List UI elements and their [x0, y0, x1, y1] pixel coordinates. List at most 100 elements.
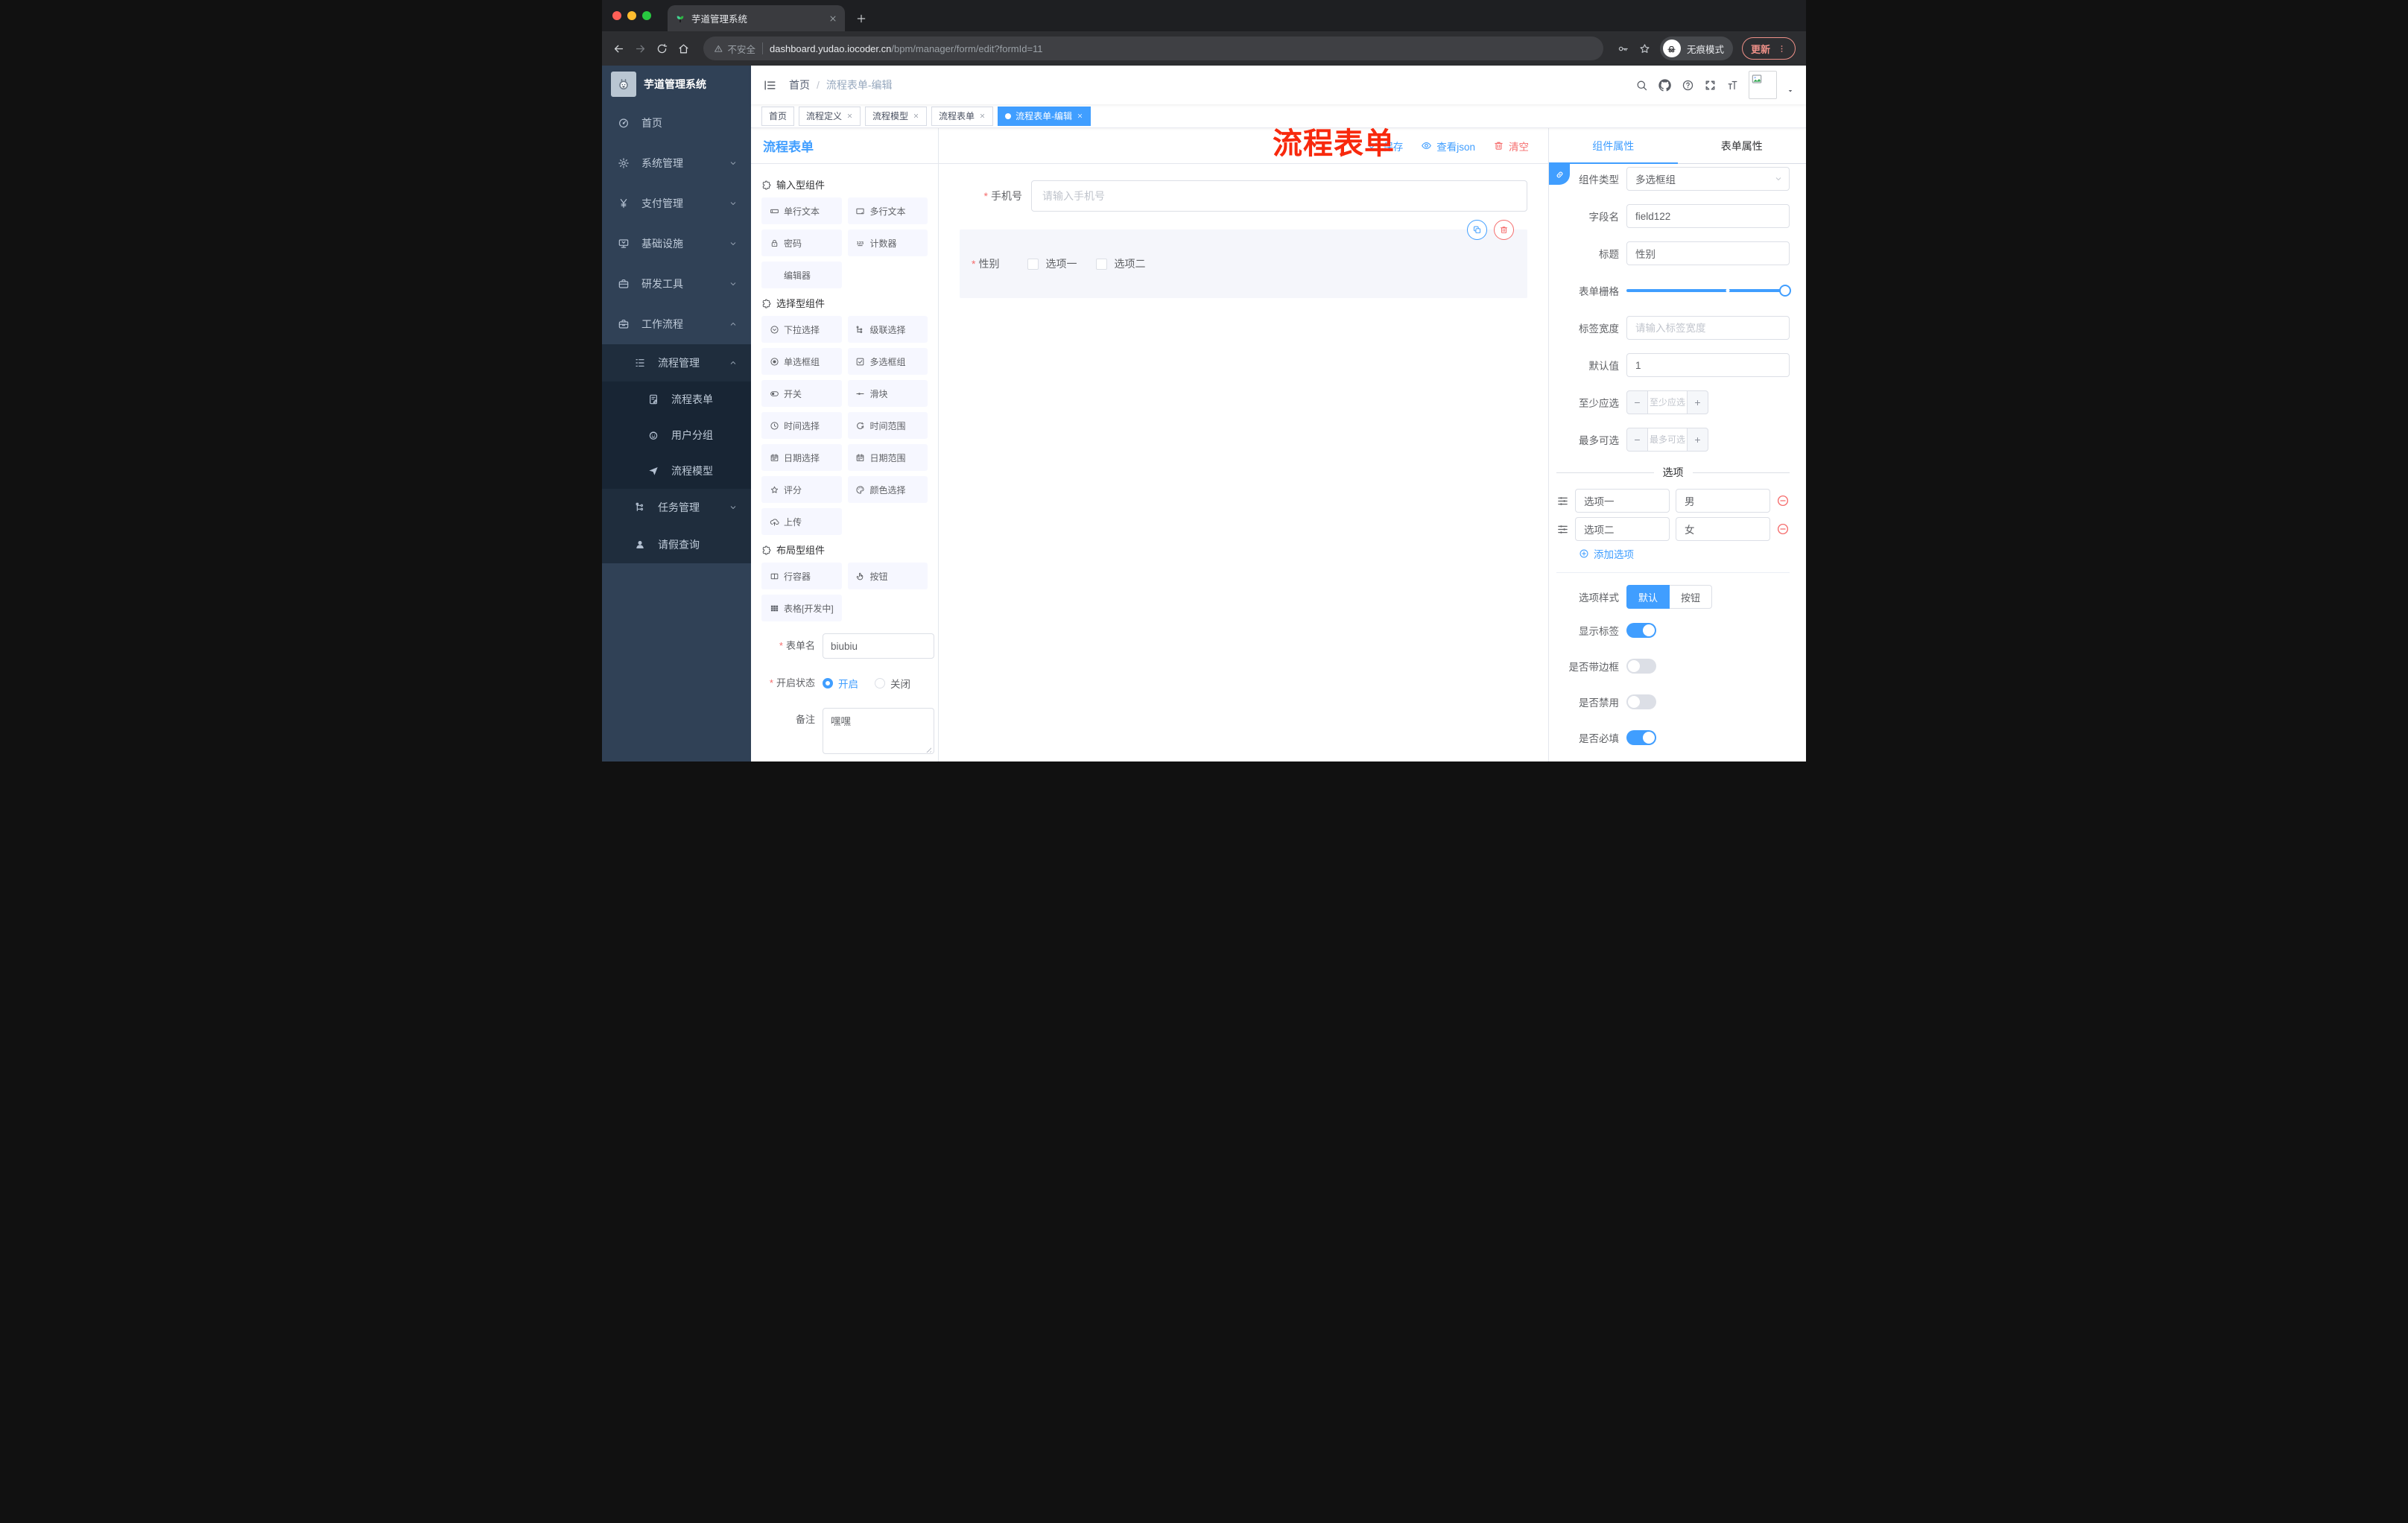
maximize-window-button[interactable]	[642, 11, 651, 20]
field-name-input[interactable]	[1626, 204, 1790, 228]
style-default-button[interactable]: 默认	[1626, 585, 1670, 609]
label-width-input[interactable]	[1626, 316, 1790, 340]
tag-close-icon[interactable]	[1077, 113, 1083, 119]
component-upload[interactable]: 上传	[761, 508, 842, 535]
disabled-switch[interactable]	[1626, 694, 1656, 709]
tag-close-icon[interactable]	[979, 113, 986, 119]
github-icon[interactable]	[1658, 78, 1672, 92]
remove-option-button[interactable]	[1776, 494, 1790, 507]
sidebar-item-user-group[interactable]: 用户分组	[602, 417, 751, 453]
component-switch[interactable]: 开关	[761, 380, 842, 407]
sidebar-item-leave-query[interactable]: 请假查询	[602, 526, 751, 563]
new-tab-button[interactable]	[855, 13, 867, 25]
default-value-input[interactable]	[1626, 353, 1790, 377]
security-status[interactable]: 不安全	[714, 42, 755, 56]
min-select-input[interactable]	[1647, 391, 1688, 414]
component-button[interactable]: 按钮	[847, 563, 928, 589]
decrease-button[interactable]: −	[1627, 391, 1647, 414]
form-name-input[interactable]	[823, 633, 934, 659]
component-slider[interactable]: 滑块	[847, 380, 928, 407]
window-controls[interactable]	[612, 11, 651, 20]
tab-process-form-edit[interactable]: 流程表单-编辑	[998, 106, 1091, 126]
sidebar-item-dev-tools[interactable]: 研发工具	[602, 264, 751, 304]
avatar-dropdown-icon[interactable]	[1787, 87, 1794, 95]
browser-menu-icon[interactable]	[1777, 44, 1787, 54]
sidebar-item-task-mgmt[interactable]: 任务管理	[602, 489, 751, 526]
component-color-picker[interactable]: 颜色选择	[847, 476, 928, 503]
tag-close-icon[interactable]	[913, 113, 919, 119]
option-label-input[interactable]	[1575, 517, 1670, 541]
url-text[interactable]: dashboard.yudao.iocoder.cn/bpm/manager/f…	[770, 43, 1043, 54]
decrease-button[interactable]: −	[1627, 428, 1647, 451]
app-logo[interactable]: 芋道管理系统	[602, 66, 751, 103]
component-date-range[interactable]: 日期范围	[847, 444, 928, 471]
form-remark-textarea[interactable]: 嘿嘿	[823, 708, 934, 754]
copy-component-button[interactable]	[1467, 220, 1487, 240]
sidebar-item-process-model[interactable]: 流程模型	[602, 453, 751, 489]
component-checkbox-group[interactable]: 多选框组	[847, 348, 928, 375]
component-table[interactable]: 表格[开发中]	[761, 595, 842, 621]
component-cascader[interactable]: 级联选择	[847, 316, 928, 343]
component-single-line-text[interactable]: 单行文本	[761, 197, 842, 224]
browser-tab[interactable]: 芋道管理系统	[668, 5, 845, 31]
breadcrumb-home[interactable]: 首页	[789, 77, 810, 92]
component-time-range[interactable]: 时间范围	[847, 412, 928, 439]
remove-option-button[interactable]	[1776, 522, 1790, 536]
status-off-radio[interactable]: 关闭	[875, 676, 910, 691]
fullscreen-icon[interactable]	[1704, 79, 1717, 92]
title-input[interactable]	[1626, 241, 1790, 265]
panel-link-icon[interactable]	[1549, 164, 1570, 185]
delete-component-button[interactable]	[1494, 220, 1514, 240]
font-size-icon[interactable]	[1726, 79, 1739, 92]
component-counter[interactable]: 123 计数器	[847, 229, 928, 256]
gender-option-1[interactable]: 选项一	[1027, 256, 1077, 271]
option-value-input[interactable]	[1676, 489, 1770, 513]
update-browser-button[interactable]: 更新	[1741, 37, 1796, 60]
component-row-container[interactable]: 行容器	[761, 563, 842, 589]
tab-close-icon[interactable]	[828, 14, 837, 23]
checkbox-unchecked[interactable]	[1096, 258, 1108, 270]
save-button[interactable]: 保存	[1367, 139, 1403, 153]
option-label-input[interactable]	[1575, 489, 1670, 513]
help-icon[interactable]	[1682, 79, 1694, 92]
component-editor[interactable]: 编辑器	[761, 262, 842, 288]
reload-button[interactable]	[656, 42, 668, 55]
clear-button[interactable]: 清空	[1493, 139, 1529, 153]
increase-button[interactable]: +	[1688, 391, 1708, 414]
phone-input[interactable]	[1031, 180, 1527, 212]
minimize-window-button[interactable]	[627, 11, 636, 20]
component-multi-line-text[interactable]: 多行文本	[847, 197, 928, 224]
address-bar[interactable]: 不安全 dashboard.yudao.iocoder.cn/bpm/manag…	[703, 37, 1603, 60]
increase-button[interactable]: +	[1688, 428, 1708, 451]
password-manager-icon[interactable]	[1617, 42, 1629, 55]
show-label-switch[interactable]	[1626, 623, 1656, 638]
bookmark-star-icon[interactable]	[1638, 42, 1651, 55]
sidebar-item-pay[interactable]: 支付管理	[602, 183, 751, 224]
sidebar-item-process-form[interactable]: 流程表单	[602, 381, 751, 417]
home-button[interactable]	[677, 42, 690, 55]
drag-handle-icon[interactable]	[1556, 495, 1569, 507]
search-icon[interactable]	[1635, 79, 1648, 92]
gender-field-selected[interactable]: 性别 选项一 选项二	[960, 220, 1527, 298]
sidebar-item-process-mgmt[interactable]: 流程管理	[602, 344, 751, 381]
option-value-input[interactable]	[1676, 517, 1770, 541]
sidebar-item-workflow[interactable]: 工作流程	[602, 304, 751, 344]
tab-component-props[interactable]: 组件属性	[1549, 128, 1678, 163]
sidebar-toggle-icon[interactable]	[763, 78, 777, 92]
phone-field-row[interactable]: 手机号	[960, 180, 1527, 212]
component-password[interactable]: 密码	[761, 229, 842, 256]
component-radio-group[interactable]: 单选框组	[761, 348, 842, 375]
forward-button[interactable]	[634, 42, 647, 55]
grid-slider[interactable]	[1626, 279, 1791, 303]
style-button-button[interactable]: 按钮	[1670, 585, 1713, 609]
component-rate[interactable]: 评分	[761, 476, 842, 503]
tab-process-definition[interactable]: 流程定义	[799, 106, 861, 126]
back-button[interactable]	[612, 42, 625, 55]
close-window-button[interactable]	[612, 11, 621, 20]
component-type-select[interactable]	[1626, 167, 1790, 191]
component-select[interactable]: 下拉选择	[761, 316, 842, 343]
required-switch[interactable]	[1626, 730, 1656, 745]
component-time-picker[interactable]: 时间选择	[761, 412, 842, 439]
add-option-button[interactable]: 添加选项	[1579, 545, 1790, 562]
view-json-button[interactable]: 查看json	[1421, 139, 1475, 153]
